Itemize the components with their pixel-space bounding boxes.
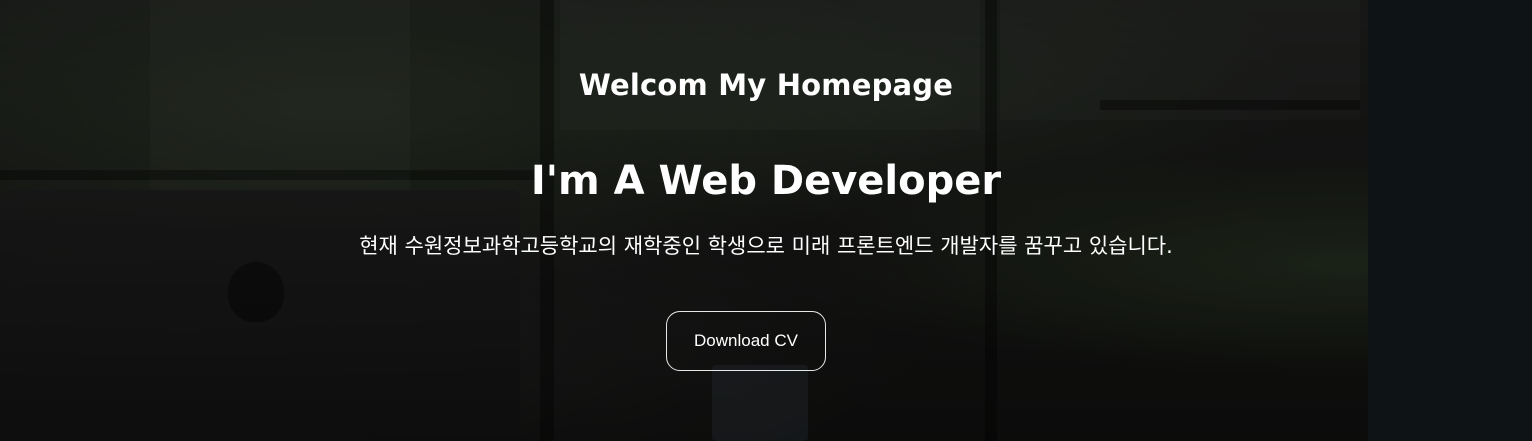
- hero-section: Welcom My Homepage I'm A Web Developer 현…: [0, 0, 1532, 441]
- intro-text: 현재 수원정보과학고등학교의 재학중인 학생으로 미래 프론트엔드 개발자를 꿈…: [359, 234, 1173, 258]
- hero-content: Welcom My Homepage I'm A Web Developer 현…: [0, 0, 1532, 441]
- headline: I'm A Web Developer: [530, 158, 1002, 204]
- download-cv-button[interactable]: Download CV: [666, 311, 826, 371]
- greeting-title: Welcom My Homepage: [578, 68, 954, 102]
